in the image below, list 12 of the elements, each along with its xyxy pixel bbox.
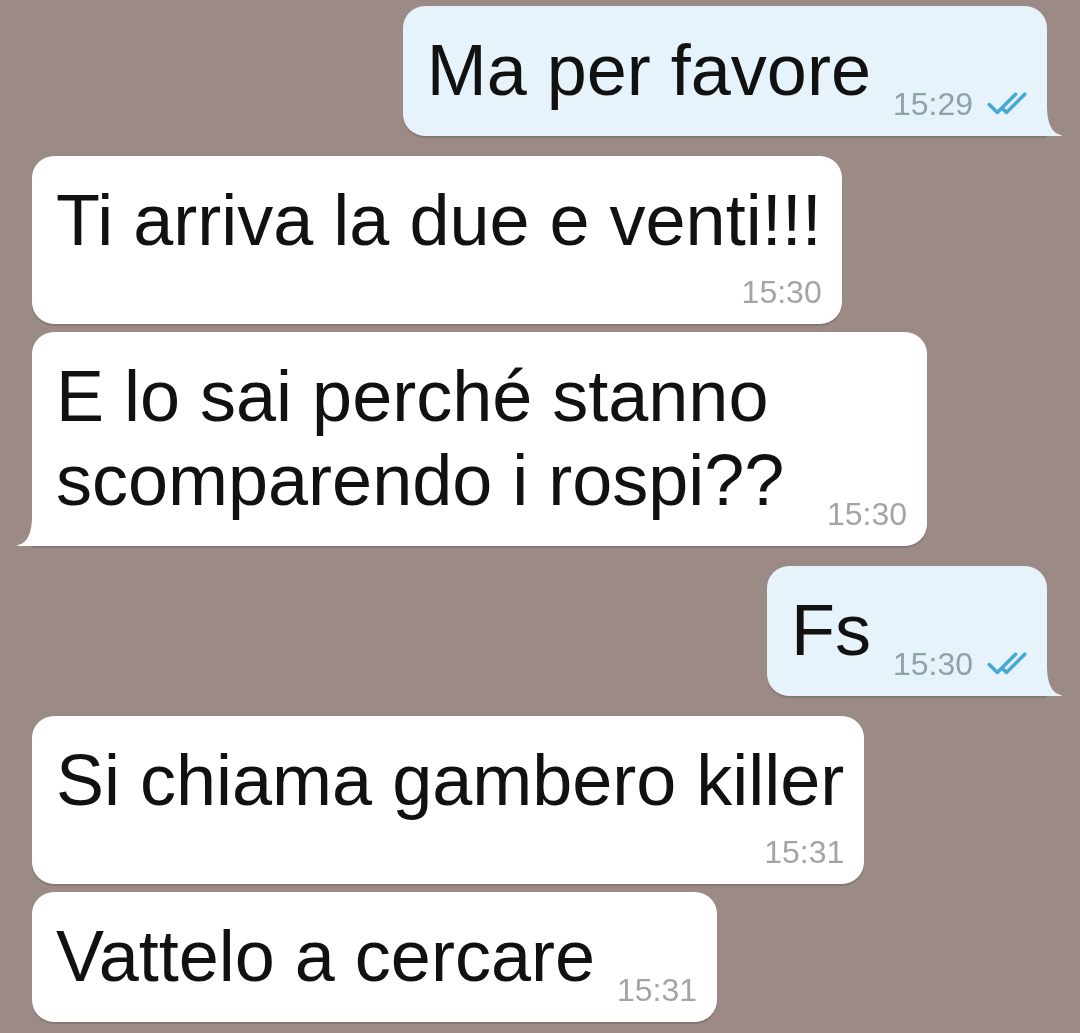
message-text: Fs [790,590,871,670]
message-text: E lo sai perché stanno scomparendo i rospi?? [56,356,785,520]
message-time: 15:30 [892,645,973,684]
message-time: 15:30 [741,273,822,312]
message-text: Ti arriva la due e venti!!! [56,180,822,260]
message-time: 15:30 [826,495,907,534]
message-time: 15:29 [892,85,973,124]
message-text: Ma per favore [426,30,871,110]
message-text: Vattelo a cercare [56,916,595,996]
message-time: 15:31 [616,971,698,1010]
message-time: 15:31 [764,833,845,872]
message-text: Si chiama gambero killer [56,740,845,820]
